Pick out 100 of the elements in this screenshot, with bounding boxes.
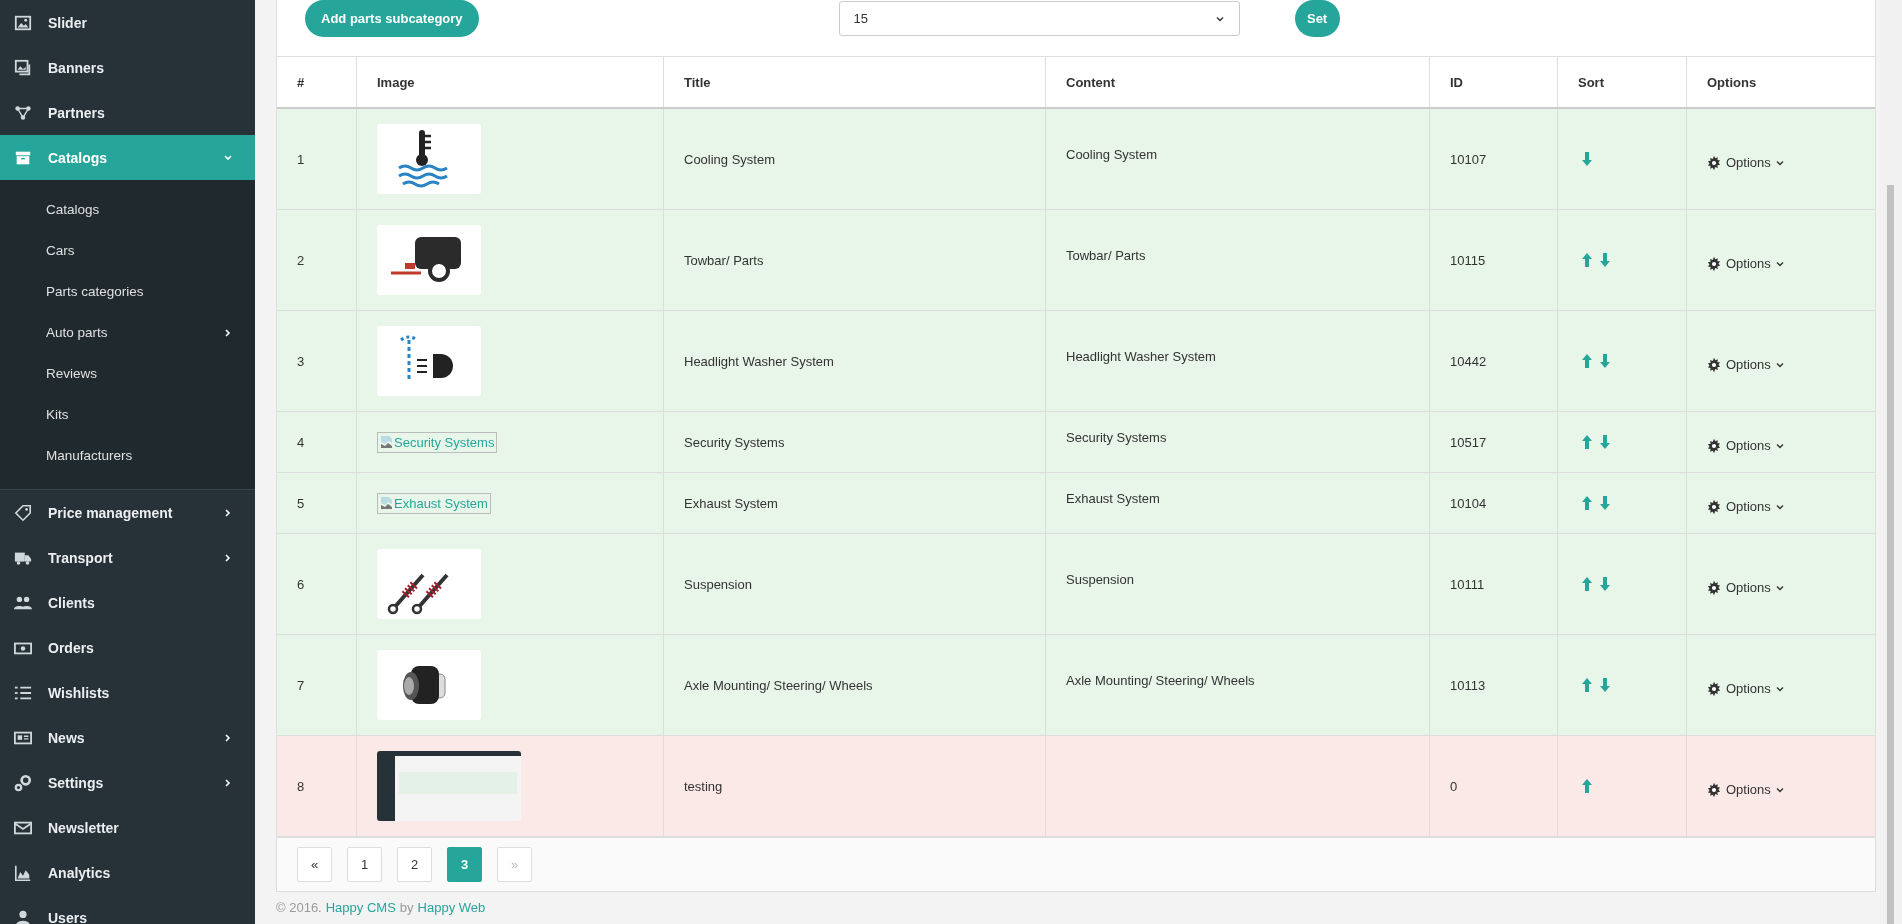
row-number: 1	[297, 151, 305, 167]
page-button[interactable]: «	[297, 847, 332, 882]
arrow-up-icon[interactable]	[1581, 677, 1593, 693]
sidebar-item[interactable]: Clients	[0, 580, 255, 625]
options-dropdown[interactable]: Options	[1706, 356, 1785, 373]
sidebar-item[interactable]: Slider	[0, 0, 255, 45]
per-page-select[interactable]: 15	[838, 1, 1240, 36]
id-text: 10113	[1450, 677, 1486, 693]
content-text: Exhaust System	[1066, 490, 1160, 506]
sidebar-item[interactable]: Settings	[0, 760, 255, 805]
arrow-down-icon[interactable]	[1599, 677, 1611, 693]
row-number: 2	[297, 252, 305, 268]
sidebar-item[interactable]: Wishlists	[0, 670, 255, 715]
options-dropdown[interactable]: Options	[1706, 498, 1785, 515]
options-dropdown[interactable]: Options	[1706, 154, 1785, 171]
title-text: Axle Mounting/ Steering/ Wheels	[684, 677, 873, 693]
id-text: 10442	[1450, 353, 1487, 369]
sidebar-item[interactable]: Transport	[0, 535, 255, 580]
settings-icon	[1706, 498, 1722, 515]
picture-icon	[14, 13, 32, 32]
title-text: Suspension	[684, 576, 752, 592]
area-chart-icon	[14, 863, 32, 882]
submenu-item[interactable]: Auto parts	[0, 312, 255, 353]
submenu-item[interactable]: Cars	[0, 230, 255, 271]
id-text: 10111	[1450, 576, 1485, 592]
submenu-item[interactable]: Catalogs	[0, 189, 255, 230]
content-text: Axle Mounting/ Steering/ Wheels	[1066, 672, 1255, 688]
chevron-right-icon	[223, 327, 233, 338]
sidebar-item[interactable]: Users	[0, 895, 255, 924]
user-icon	[14, 908, 32, 924]
title-text: Exhaust System	[684, 495, 778, 511]
arrow-up-icon[interactable]	[1581, 353, 1593, 369]
row-number: 6	[297, 576, 305, 592]
settings-icon	[1706, 781, 1722, 798]
row-number: 8	[297, 778, 305, 794]
content-text: Headlight Washer System	[1066, 348, 1216, 364]
submenu-item[interactable]: Parts categories	[0, 271, 255, 312]
options-dropdown[interactable]: Options	[1706, 680, 1785, 697]
submenu-item[interactable]: Kits	[0, 394, 255, 435]
broken-image-icon	[380, 435, 394, 449]
broken-image: Exhaust System	[377, 492, 491, 514]
title-text: Headlight Washer System	[684, 353, 834, 369]
tag-icon	[14, 503, 32, 522]
sidebar-item[interactable]: Newsletter	[0, 805, 255, 850]
id-text: 0	[1450, 778, 1458, 794]
settings-icon	[1706, 437, 1722, 454]
id-text: 10115	[1450, 252, 1486, 268]
network-icon	[14, 103, 32, 122]
content-text: Cooling System	[1066, 146, 1158, 162]
arrow-up-icon[interactable]	[1581, 576, 1593, 592]
arrow-down-icon[interactable]	[1599, 434, 1611, 450]
page-button[interactable]: 1	[347, 847, 382, 882]
page-button[interactable]: 2	[397, 847, 432, 882]
options-dropdown[interactable]: Options	[1706, 255, 1785, 272]
submenu-item[interactable]: Reviews	[0, 353, 255, 394]
row-number: 5	[297, 495, 305, 511]
id-text: 10107	[1450, 151, 1487, 167]
sidebar-item[interactable]: Orders	[0, 625, 255, 670]
settings-icon	[1706, 680, 1722, 697]
submenu-item[interactable]: Manufacturers	[0, 435, 255, 476]
title-text: Cooling System	[684, 151, 776, 167]
chevron-right-icon	[223, 552, 233, 563]
settings-icon	[1706, 255, 1722, 272]
settings-icon	[1706, 579, 1722, 596]
arrow-up-icon[interactable]	[1581, 495, 1593, 511]
broken-image: Security Systems	[377, 431, 498, 453]
arrow-up-icon[interactable]	[1581, 434, 1593, 450]
chevron-right-icon	[223, 507, 233, 518]
arrow-down-icon[interactable]	[1599, 495, 1611, 511]
sidebar-item[interactable]: Partners	[0, 90, 255, 135]
row-number: 4	[297, 434, 305, 450]
title-text: testing	[684, 778, 723, 794]
chevron-right-icon	[223, 777, 233, 788]
arrow-up-icon[interactable]	[1581, 252, 1593, 268]
arrow-down-icon[interactable]	[1581, 151, 1593, 167]
gears-icon	[14, 773, 32, 792]
content-text: Suspension	[1066, 571, 1134, 587]
arrow-up-icon[interactable]	[1581, 778, 1593, 794]
options-dropdown[interactable]: Options	[1706, 437, 1785, 454]
arrow-down-icon[interactable]	[1599, 353, 1611, 369]
id-text: 10104	[1450, 495, 1487, 511]
sidebar-item[interactable]: Analytics	[0, 850, 255, 895]
sidebar-item[interactable]: Price management	[0, 490, 255, 535]
options-dropdown[interactable]: Options	[1706, 579, 1785, 596]
title-text: Towbar/ Parts	[684, 252, 764, 268]
chevron-right-icon	[223, 732, 233, 743]
stacked-pictures-icon	[14, 58, 32, 77]
sidebar-item[interactable]: News	[0, 715, 255, 760]
arrow-down-icon[interactable]	[1599, 576, 1611, 592]
by-text: by	[399, 900, 414, 915]
content-text: Towbar/ Parts	[1066, 247, 1146, 263]
settings-icon	[1706, 356, 1722, 373]
arrow-down-icon[interactable]	[1599, 252, 1611, 268]
row-number: 3	[297, 353, 305, 369]
content-text: Security Systems	[1066, 429, 1167, 445]
broken-image-icon	[380, 496, 394, 510]
sidebar-item[interactable]: Banners	[0, 45, 255, 90]
title-text: Security Systems	[684, 434, 785, 450]
settings-icon	[1706, 154, 1722, 171]
copyright-text: © 2016.	[276, 900, 322, 915]
